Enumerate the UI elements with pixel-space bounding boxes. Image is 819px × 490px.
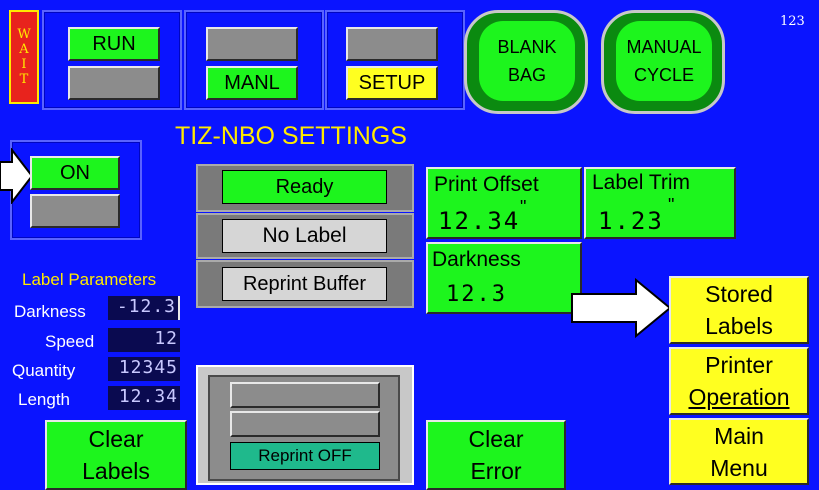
setup-blank-button[interactable] [346, 27, 438, 61]
length-param-value[interactable]: 12.34 [108, 386, 180, 410]
main-menu-line2: Menu [710, 454, 768, 481]
manl-blank-button[interactable] [206, 27, 298, 61]
label-trim-field[interactable]: Label Trim 1.23 " [584, 167, 736, 239]
clear-error-line1: Clear [468, 426, 524, 452]
reprint-slot-1[interactable] [230, 382, 380, 408]
label-trim-unit: " [668, 195, 675, 215]
reprint-slot-2[interactable] [230, 411, 380, 437]
print-offset-field[interactable]: Print Offset 12.34 " [426, 167, 582, 239]
counter-display: 123 [780, 14, 805, 29]
arrow-right-icon [0, 148, 34, 204]
speed-param-value[interactable]: 12 [108, 328, 180, 352]
label-trim-label: Label Trim [592, 171, 691, 194]
print-offset-value: 12.34 [438, 207, 521, 235]
manual-cycle-line1: MANUAL [626, 37, 702, 57]
clear-labels-line2: Labels [82, 458, 150, 484]
clear-labels-button[interactable]: Clear Labels [45, 420, 187, 490]
arrow-pointer-icon [571, 278, 672, 338]
wait-letter-w: W [17, 27, 31, 42]
darkness-param-value[interactable]: -12.3 [108, 296, 180, 320]
clear-labels-line1: Clear [88, 426, 144, 452]
darkness-label: Darkness [432, 248, 521, 271]
print-offset-label: Print Offset [434, 173, 539, 196]
printer-operation-line2: Operation [688, 384, 790, 410]
manl-button[interactable]: MANL [206, 66, 298, 100]
speed-param-label: Speed [45, 332, 95, 351]
stored-labels-line1: Stored [705, 281, 773, 307]
darkness-field[interactable]: Darkness 12.3 [426, 242, 582, 314]
clear-error-button[interactable]: Clear Error [426, 420, 566, 490]
darkness-value: 12.3 [446, 282, 507, 307]
wait-indicator: W A I T [9, 10, 39, 104]
printer-operation-line1: Printer [705, 352, 773, 378]
run-button[interactable]: RUN [68, 27, 160, 61]
blank-bag-line1: BLANK [497, 37, 557, 57]
blank-bag-button[interactable]: BLANK BAG [464, 10, 588, 114]
wait-letter-t: T [19, 72, 29, 87]
run-blank-button[interactable] [68, 66, 160, 100]
off-button[interactable] [30, 194, 120, 228]
manual-cycle-button[interactable]: MANUAL CYCLE [601, 10, 725, 114]
setup-button[interactable]: SETUP [346, 66, 438, 100]
blank-bag-face: BLANK BAG [479, 21, 575, 101]
stored-labels-button[interactable]: Stored Labels [669, 276, 809, 344]
blank-bag-line2: BAG [507, 65, 546, 85]
quantity-param-value[interactable]: 12345 [108, 357, 180, 381]
main-menu-line1: Main [714, 422, 764, 449]
ready-status: Ready [222, 170, 387, 204]
length-param-label: Length [18, 390, 70, 409]
print-offset-unit: " [520, 197, 527, 217]
manual-cycle-face: MANUAL CYCLE [616, 21, 712, 101]
no-label-status: No Label [222, 219, 387, 253]
label-params-heading: Label Parameters [22, 270, 157, 289]
on-button[interactable]: ON [30, 156, 120, 190]
wait-letter-i: I [21, 57, 27, 72]
printer-operation-button[interactable]: Printer Operation [669, 347, 809, 415]
label-trim-value: 1.23 [598, 207, 664, 235]
main-menu-button[interactable]: Main Menu [669, 418, 809, 485]
reprint-status[interactable]: Reprint OFF [230, 442, 380, 470]
page-title: TIZ-NBO SETTINGS [175, 122, 407, 150]
wait-letter-a: A [19, 42, 29, 57]
clear-error-line2: Error [470, 458, 522, 484]
stored-labels-line2: Labels [705, 313, 773, 339]
reprint-buffer-button[interactable]: Reprint Buffer [222, 267, 387, 301]
manual-cycle-line2: CYCLE [633, 65, 695, 85]
darkness-param-label: Darkness [14, 302, 86, 321]
quantity-param-label: Quantity [12, 361, 76, 380]
